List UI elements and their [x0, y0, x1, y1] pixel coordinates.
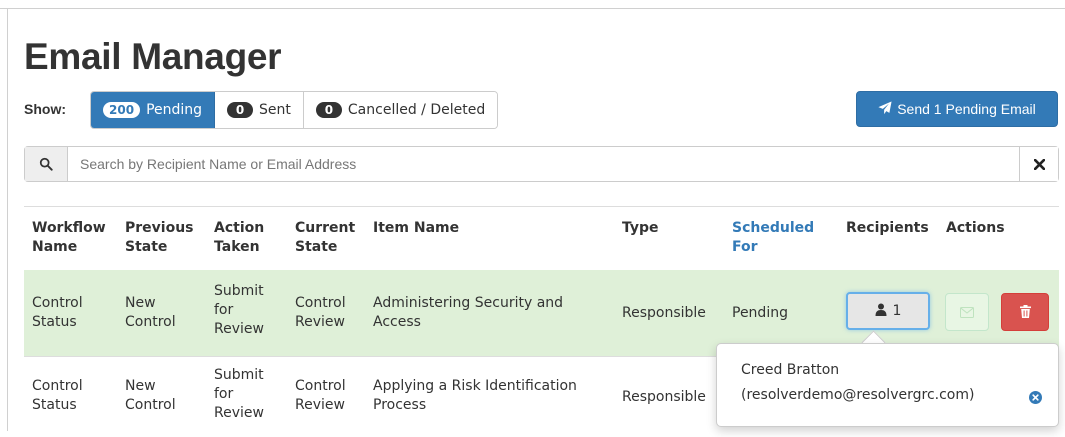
recipient-name: Creed Bratton — [741, 362, 840, 378]
filter-pending-button[interactable]: 200 Pending — [91, 92, 216, 128]
header-current-state[interactable]: Current State — [295, 219, 355, 257]
search-bar — [24, 146, 1059, 182]
table-header: Workflow Name Previous State Action Taken C… — [24, 206, 1059, 273]
header-actions: Actions — [946, 220, 1005, 236]
user-icon — [875, 303, 887, 320]
show-label: Show: — [24, 101, 66, 117]
window-frame-top — [0, 0, 1065, 9]
cancelled-count-badge: 0 — [315, 102, 342, 118]
window-frame-left — [7, 8, 8, 431]
cell-previous-state: New Control — [125, 295, 176, 330]
cell-action-taken: Submit for Review — [214, 367, 264, 421]
cell-type: Responsible — [622, 389, 706, 405]
header-type[interactable]: Type — [622, 219, 659, 238]
send-pending-email-label: Send 1 Pending Email — [897, 101, 1036, 117]
pending-count-badge: 200 — [103, 102, 141, 118]
search-input[interactable] — [68, 147, 1019, 181]
cell-workflow-name: Control Status — [32, 295, 83, 330]
header-previous-state[interactable]: Previous State — [125, 219, 194, 257]
close-icon[interactable] — [1019, 147, 1058, 181]
cell-type: Responsible — [622, 305, 706, 321]
recipients-popover: Creed Bratton (resolverdemo@resolvergrc.… — [716, 343, 1059, 427]
delete-button[interactable] — [1001, 293, 1049, 331]
filter-sent-label: Sent — [259, 102, 291, 118]
page-title: Email Manager — [24, 36, 282, 77]
cell-current-state: Control Review — [295, 378, 346, 413]
filter-cancelled-label: Cancelled / Deleted — [347, 102, 486, 118]
recipients-button[interactable]: 1 — [846, 292, 930, 330]
cell-action-taken: Submit for Review — [214, 283, 264, 337]
cell-workflow-name: Control Status — [32, 378, 83, 413]
cell-scheduled-for: Pending — [732, 305, 788, 321]
status-filter-group: 200 Pending 0 Sent 0 Cancelled / Deleted — [90, 91, 499, 129]
email-table: Workflow Name Previous State Action Taken C… — [24, 206, 1059, 437]
cell-previous-state: New Control — [125, 378, 176, 413]
paper-plane-icon — [878, 100, 892, 118]
header-action-taken[interactable]: Action Taken — [214, 219, 264, 257]
cell-item-name: Applying a Risk Identification Process — [373, 378, 577, 413]
trash-icon — [1019, 303, 1031, 322]
filter-sent-button[interactable]: 0 Sent — [215, 92, 304, 128]
recipients-count: 1 — [892, 303, 902, 319]
recipient-email: (resolverdemo@resolvergrc.com) — [741, 387, 975, 403]
sent-count-badge: 0 — [227, 102, 254, 118]
header-workflow-name[interactable]: Workflow Name — [32, 219, 106, 257]
filter-cancelled-button[interactable]: 0 Cancelled / Deleted — [303, 92, 498, 128]
search-icon — [25, 147, 68, 181]
cell-item-name: Administering Security and Access — [373, 295, 564, 330]
header-recipients[interactable]: Recipients — [846, 219, 929, 238]
remove-recipient-icon[interactable] — [1029, 389, 1042, 408]
envelope-icon — [960, 303, 974, 322]
send-pending-email-button[interactable]: Send 1 Pending Email — [856, 91, 1058, 127]
header-scheduled-for[interactable]: Scheduled For — [732, 219, 814, 257]
send-email-button[interactable] — [945, 293, 989, 331]
cell-current-state: Control Review — [295, 295, 346, 330]
header-item-name[interactable]: Item Name — [373, 219, 459, 238]
filter-pending-label: Pending — [146, 102, 203, 118]
